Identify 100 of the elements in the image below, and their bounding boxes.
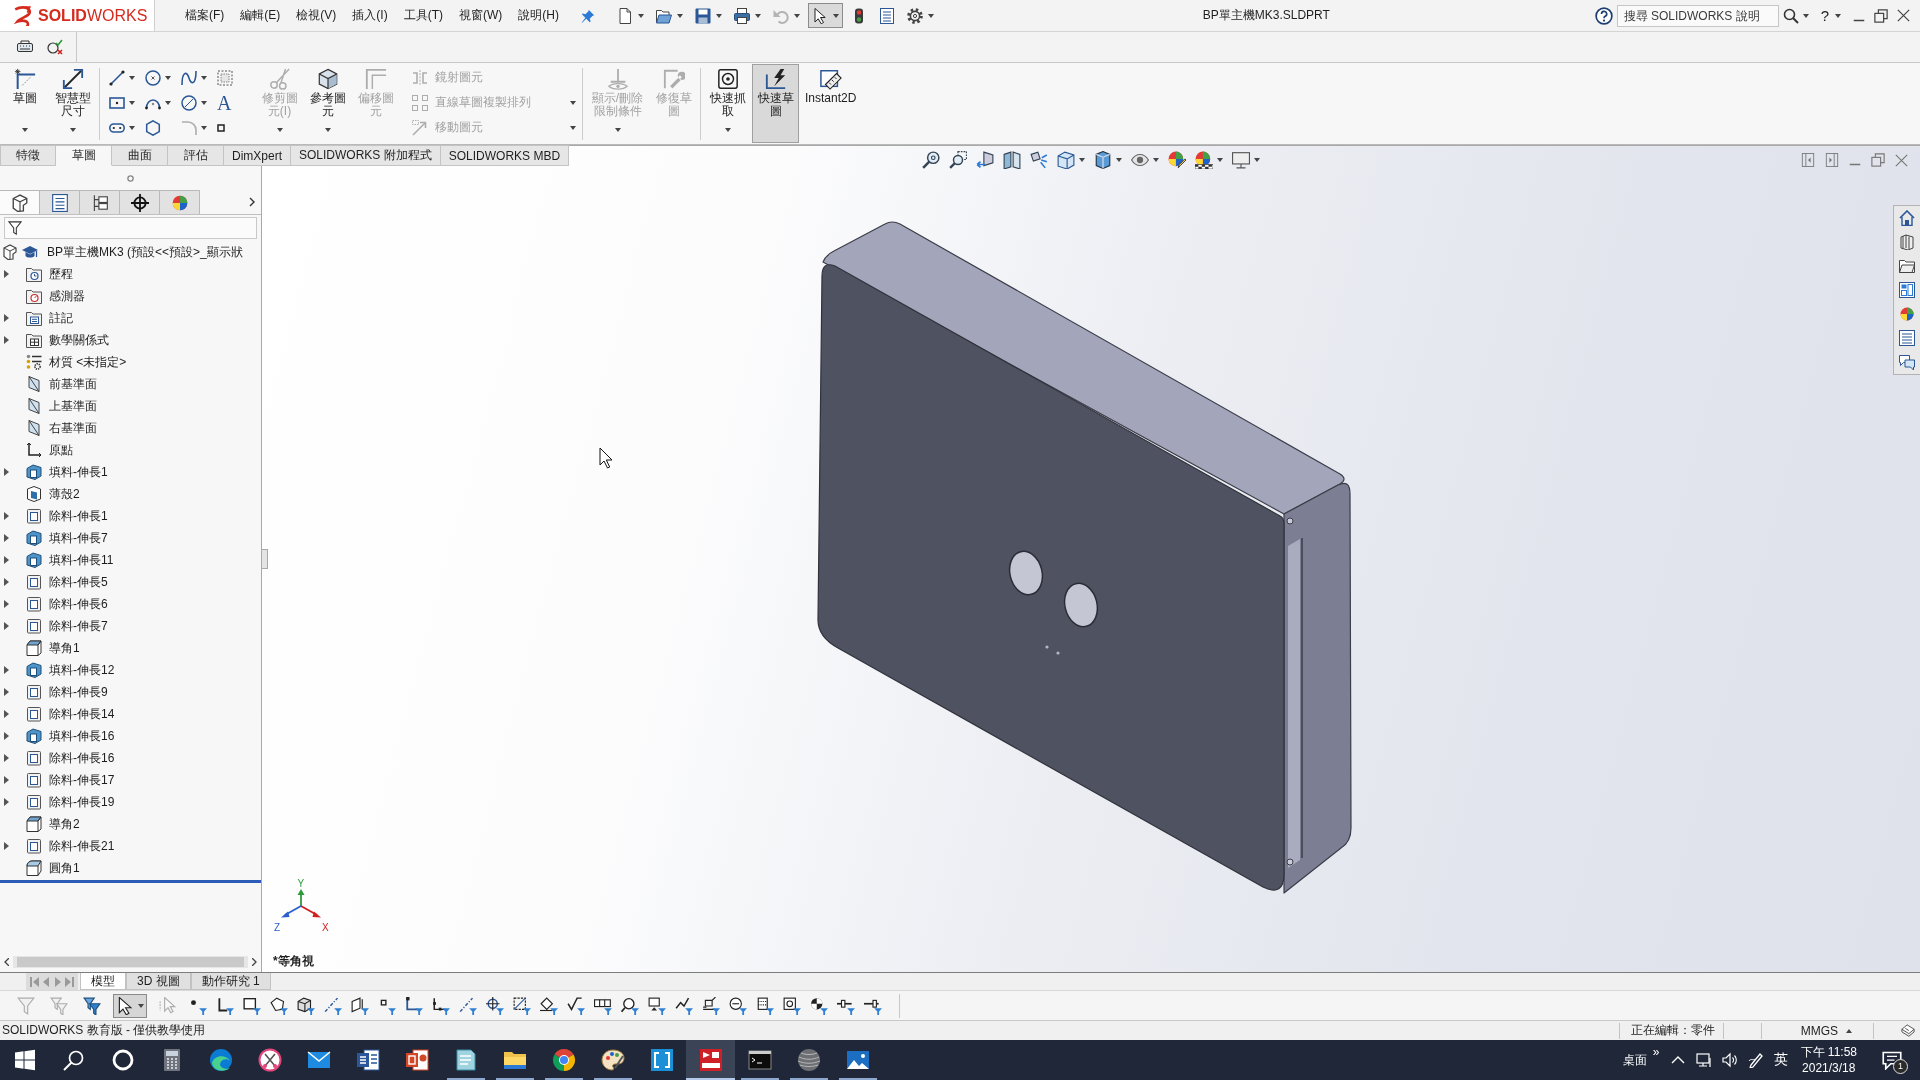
quick-snaps-button[interactable]: 快速抓取: [704, 64, 751, 143]
caret-icon[interactable]: [1835, 13, 1841, 18]
midpoint-filter-icon[interactable]: [432, 996, 450, 1015]
expand-arrow-icon[interactable]: [4, 688, 9, 696]
caret-icon[interactable]: [1153, 158, 1159, 162]
tree-item[interactable]: 歷程: [0, 263, 73, 285]
expand-arrow-icon[interactable]: [4, 468, 9, 476]
expand-arrow-icon[interactable]: [4, 710, 9, 718]
clock-button[interactable]: 下午 11:58 2021/3/18: [1797, 1044, 1860, 1076]
volume-icon[interactable]: [1721, 1052, 1738, 1068]
propertymanager-tab[interactable]: [40, 190, 80, 214]
expand-arrow-icon[interactable]: [4, 534, 9, 542]
hole-callout-filter-icon[interactable]: [729, 996, 747, 1015]
expand-arrow-icon[interactable]: [4, 512, 9, 520]
expand-arrow-icon[interactable]: [4, 732, 9, 740]
menu-item[interactable]: 插入(I): [344, 3, 396, 28]
tree-item[interactable]: 除料-伸長6: [0, 593, 108, 615]
caret-icon[interactable]: [129, 125, 135, 130]
caret-icon[interactable]: [129, 75, 135, 80]
tree-item[interactable]: 除料-伸長16: [0, 747, 115, 769]
sketch-text-button[interactable]: A: [214, 90, 250, 115]
search-icon[interactable]: [1782, 7, 1799, 24]
menu-item[interactable]: 檢視(V): [288, 3, 345, 28]
tree-item[interactable]: 除料-伸長7: [0, 615, 108, 637]
tree-item[interactable]: 註記: [0, 307, 73, 329]
caret-icon[interactable]: [716, 13, 722, 18]
status-options-icon[interactable]: [1900, 1023, 1916, 1038]
rapid-sketch-button[interactable]: 快速草圖: [752, 64, 799, 143]
notification-icon[interactable]: [1882, 1050, 1902, 1070]
cad-app-button[interactable]: [686, 1040, 735, 1080]
command-tab[interactable]: 曲面: [112, 145, 168, 166]
tree-item[interactable]: 填料-伸長7: [0, 527, 108, 549]
caret-icon[interactable]: [69, 128, 76, 132]
tree-item[interactable]: 填料-伸長12: [0, 659, 115, 681]
block-filter-icon[interactable]: [783, 996, 801, 1015]
configuration-tab[interactable]: [80, 190, 120, 214]
centerline-filter-icon[interactable]: [513, 996, 531, 1015]
expand-arrow-icon[interactable]: [4, 314, 9, 322]
command-tab[interactable]: 特徵: [0, 145, 56, 166]
expand-arrow-icon[interactable]: [4, 798, 9, 806]
chevron-right-icon[interactable]: [249, 197, 255, 207]
tree-item[interactable]: 除料-伸長1: [0, 505, 108, 527]
tree-item[interactable]: 除料-伸長5: [0, 571, 108, 593]
menu-item[interactable]: 工具(T): [395, 3, 451, 28]
display-manager-tab[interactable]: [160, 190, 200, 214]
caret-icon[interactable]: [928, 13, 934, 18]
pin-icon[interactable]: [581, 8, 595, 23]
caret-icon[interactable]: [1217, 158, 1223, 162]
featuremanager-tab[interactable]: [0, 190, 40, 214]
note-filter-icon[interactable]: [621, 996, 639, 1015]
tree-item[interactable]: 填料-伸長1: [0, 461, 108, 483]
expand-arrow-icon[interactable]: [4, 666, 9, 674]
caret-icon[interactable]: [324, 128, 331, 132]
expand-arrow-icon[interactable]: [4, 600, 9, 608]
unit-system-button[interactable]: MMGS: [1761, 1022, 1859, 1039]
restore-icon[interactable]: [1874, 8, 1888, 23]
tree-item[interactable]: 上基準面: [0, 395, 97, 417]
menu-item[interactable]: 編輯(E): [232, 3, 289, 28]
center-of-mass-filter-icon[interactable]: [810, 996, 828, 1015]
caret-icon[interactable]: [1254, 158, 1260, 162]
tree-item[interactable]: 導角2: [0, 813, 80, 835]
menu-item[interactable]: 說明(H): [510, 3, 567, 28]
tree-item[interactable]: 圓角1: [0, 857, 80, 879]
select-button[interactable]: [808, 3, 843, 28]
tree-item[interactable]: 填料-伸長16: [0, 725, 115, 747]
smart-dimension-button[interactable]: 智慧型尺寸: [49, 64, 96, 143]
expand-arrow-icon[interactable]: [4, 842, 9, 850]
caret-up-icon[interactable]: [1846, 1028, 1852, 1033]
dynamic-annotation-button[interactable]: [1028, 149, 1050, 171]
input-method-indicator[interactable]: 英: [1773, 1051, 1788, 1069]
tree-item[interactable]: 除料-伸長21: [0, 835, 115, 857]
solid-body-filter-icon[interactable]: [297, 996, 315, 1015]
command-tab[interactable]: SOLIDWORKS 附加程式: [291, 145, 441, 166]
caret-icon[interactable]: [165, 100, 171, 105]
apply-scene-button[interactable]: [1193, 149, 1225, 171]
datum-target-filter-icon[interactable]: [702, 996, 720, 1015]
caret-icon[interactable]: [1802, 13, 1809, 18]
caret-icon[interactable]: [677, 13, 683, 18]
center-mark-filter-icon[interactable]: [486, 996, 504, 1015]
dimension-filter-icon[interactable]: [540, 996, 558, 1015]
tree-item[interactable]: 除料-伸長9: [0, 681, 108, 703]
menu-item[interactable]: 視窗(W): [451, 3, 511, 28]
tree-item[interactable]: 原點: [0, 439, 73, 461]
filter-field[interactable]: [4, 217, 257, 239]
view-settings-button[interactable]: [1230, 149, 1262, 171]
caret-icon[interactable]: [129, 100, 135, 105]
datum-filter-icon[interactable]: [648, 996, 666, 1015]
caret-icon[interactable]: [1116, 158, 1122, 162]
edit-appearance-button[interactable]: [1166, 149, 1188, 171]
command-tab[interactable]: SOLIDWORKS MBD: [440, 145, 570, 166]
command-tab[interactable]: DimXpert: [224, 145, 291, 166]
dimxpert-tab[interactable]: [120, 190, 160, 214]
bottom-tab[interactable]: 模型: [80, 973, 126, 990]
expand-arrow-icon[interactable]: [4, 556, 9, 564]
tree-item[interactable]: 數學關係式: [0, 329, 109, 351]
desktop-toolbar-label[interactable]: 桌面: [1622, 1051, 1647, 1069]
network-icon[interactable]: [1695, 1052, 1712, 1068]
weld-filter-icon[interactable]: [675, 996, 693, 1015]
tree-item[interactable]: 右基準面: [0, 417, 97, 439]
caret-icon[interactable]: [201, 75, 207, 80]
